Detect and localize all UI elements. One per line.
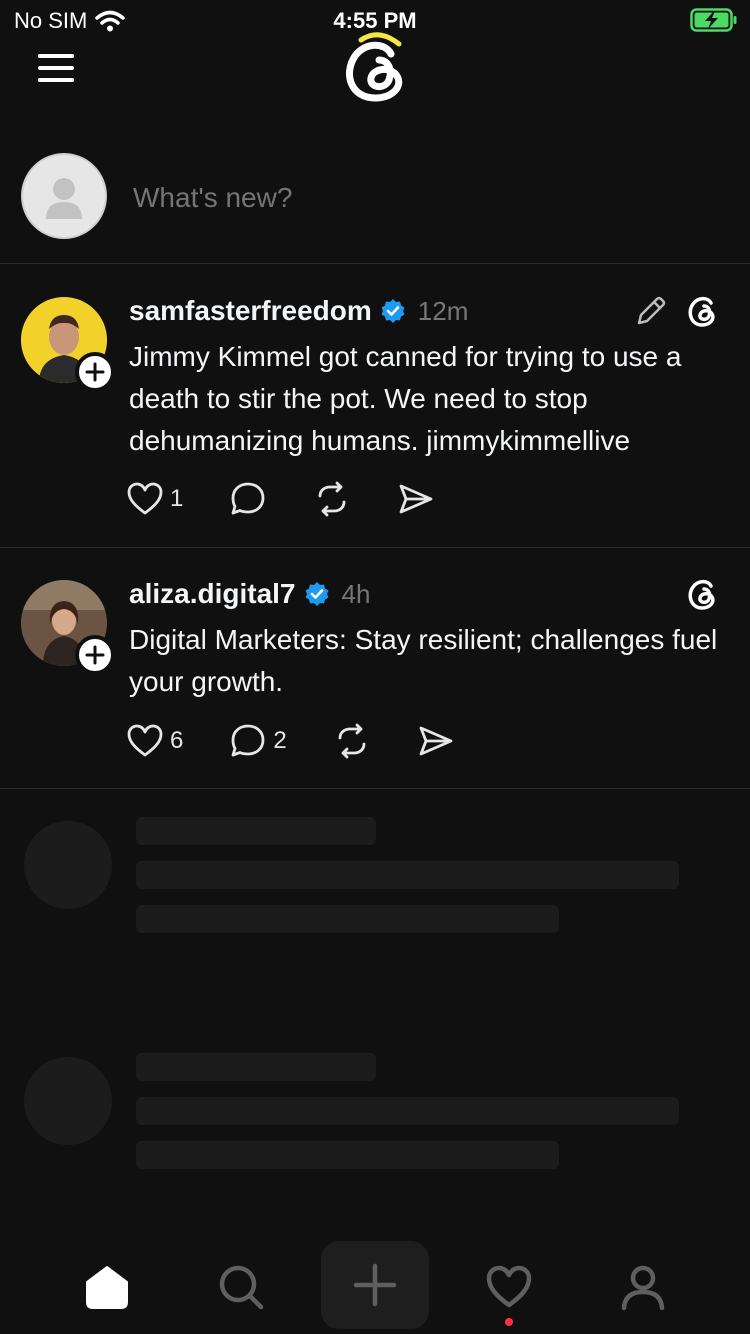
comment-icon — [231, 724, 265, 757]
search-icon — [219, 1265, 264, 1310]
avatar[interactable] — [21, 153, 107, 239]
reply-count: 2 — [273, 727, 287, 754]
profile-icon — [621, 1265, 665, 1311]
like-button[interactable]: 1 — [126, 481, 183, 517]
like-button[interactable]: 6 — [126, 723, 183, 759]
whats-new-input[interactable] — [133, 178, 693, 218]
like-count: 6 — [170, 727, 184, 754]
username[interactable]: aliza.digital7 — [129, 578, 296, 610]
threads-icon[interactable] — [684, 576, 720, 612]
follow-button[interactable] — [75, 352, 115, 392]
send-icon — [419, 726, 453, 756]
plus-icon — [85, 362, 105, 382]
plus-icon — [85, 645, 105, 665]
skeleton-line — [136, 817, 376, 845]
like-count: 1 — [170, 485, 184, 512]
share-button[interactable] — [397, 481, 435, 517]
tab-search[interactable] — [196, 1242, 286, 1332]
post-time: 4h — [341, 578, 371, 609]
post-text: Jimmy Kimmel got canned for trying to us… — [129, 341, 682, 456]
repost-icon — [338, 723, 366, 759]
username[interactable]: samfasterfreedom — [129, 295, 372, 327]
battery-charging-icon — [690, 8, 737, 32]
notification-dot — [505, 1318, 513, 1326]
post[interactable]: samfasterfreedom 12m Jimmy Kimmel got ca… — [0, 265, 750, 548]
skeleton-avatar — [24, 1057, 112, 1145]
skeleton-line — [136, 1053, 376, 1081]
post-header: aliza.digital7 4h — [129, 578, 370, 610]
tab-bar — [0, 1236, 750, 1334]
verified-badge-icon — [381, 299, 405, 323]
reply-button[interactable]: 2 — [229, 723, 287, 759]
threads-logo-icon[interactable] — [339, 30, 411, 106]
heart-icon — [127, 724, 163, 757]
send-icon — [399, 484, 433, 514]
tab-profile[interactable] — [598, 1242, 688, 1332]
repost-button[interactable] — [313, 481, 351, 517]
comment-icon — [231, 482, 265, 515]
threads-icon[interactable] — [684, 293, 720, 329]
tab-home[interactable] — [62, 1242, 152, 1332]
pencil-icon[interactable] — [634, 294, 668, 328]
repost-icon — [318, 481, 346, 517]
post-actions: 1 — [126, 481, 435, 517]
activity-icon — [486, 1265, 532, 1308]
skeleton-line — [136, 905, 559, 933]
post-actions: 6 2 — [126, 723, 455, 759]
post-time: 12m — [417, 295, 469, 326]
share-button[interactable] — [417, 723, 455, 759]
post-text: Digital Marketers: Stay resilient; chall… — [129, 624, 718, 697]
create-icon — [353, 1263, 397, 1307]
skeleton-avatar — [24, 821, 112, 909]
skeleton-line — [136, 861, 679, 889]
reply-button[interactable] — [229, 481, 273, 517]
menu-button[interactable] — [36, 50, 76, 86]
home-icon — [86, 1266, 128, 1309]
tab-create[interactable] — [321, 1241, 429, 1329]
post[interactable]: aliza.digital7 4h Digital Marketers: Sta… — [0, 548, 750, 789]
skeleton-line — [136, 1097, 679, 1125]
post-header: samfasterfreedom 12m — [129, 295, 468, 327]
user-placeholder-icon — [46, 178, 82, 219]
skeleton-line — [136, 1141, 559, 1169]
repost-button[interactable] — [333, 723, 371, 759]
verified-badge-icon — [305, 582, 328, 606]
composer — [0, 150, 750, 264]
follow-button[interactable] — [75, 635, 115, 675]
heart-icon — [127, 482, 163, 515]
